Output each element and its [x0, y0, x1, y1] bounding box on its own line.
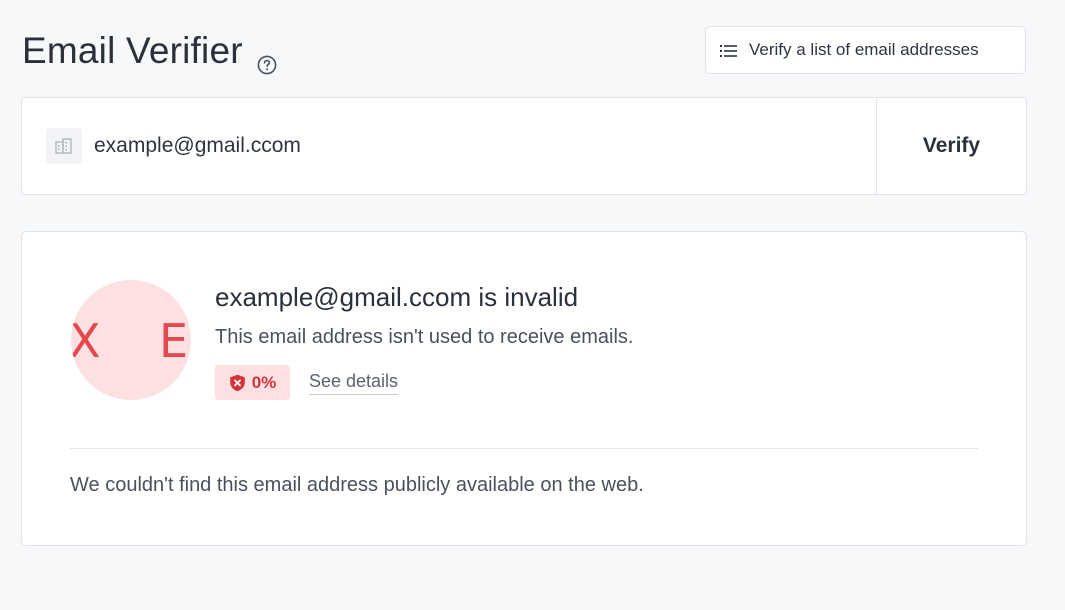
verify-list-button-label: Verify a list of email addresses — [749, 40, 979, 59]
avatar-letter: E — [159, 314, 189, 368]
result-card: X E example@gmail.ccom is invalid This e… — [21, 231, 1027, 546]
avatar: X E — [71, 280, 191, 400]
page-title: Email Verifier — [22, 30, 277, 75]
list-icon — [720, 43, 738, 57]
shield-x-icon — [229, 374, 246, 392]
email-input[interactable] — [94, 134, 794, 158]
verify-button[interactable]: Verify — [876, 98, 1026, 194]
search-card: Verify — [21, 97, 1027, 195]
page-title-text: Email Verifier — [22, 30, 243, 71]
verify-button-label: Verify — [922, 134, 981, 157]
email-verifier-page: Email Verifier Verify a list of email ad… — [0, 0, 1065, 610]
score-badge: 0% — [215, 365, 290, 400]
web-availability-note: We couldn't find this email address publ… — [70, 474, 644, 496]
score-value: 0% — [251, 372, 277, 392]
avatar-letter: X — [71, 314, 101, 368]
building-icon — [46, 128, 82, 164]
email-input-area — [22, 98, 876, 194]
result-title: example@gmail.ccom is invalid — [215, 282, 579, 312]
result-description: This email address isn't used to receive… — [215, 326, 634, 348]
page-header: Email Verifier Verify a list of email ad… — [22, 26, 1026, 75]
divider — [70, 448, 978, 449]
verify-list-button[interactable]: Verify a list of email addresses — [705, 26, 1026, 74]
question-circle-icon[interactable] — [257, 42, 277, 75]
see-details-link[interactable]: See details — [309, 371, 399, 395]
